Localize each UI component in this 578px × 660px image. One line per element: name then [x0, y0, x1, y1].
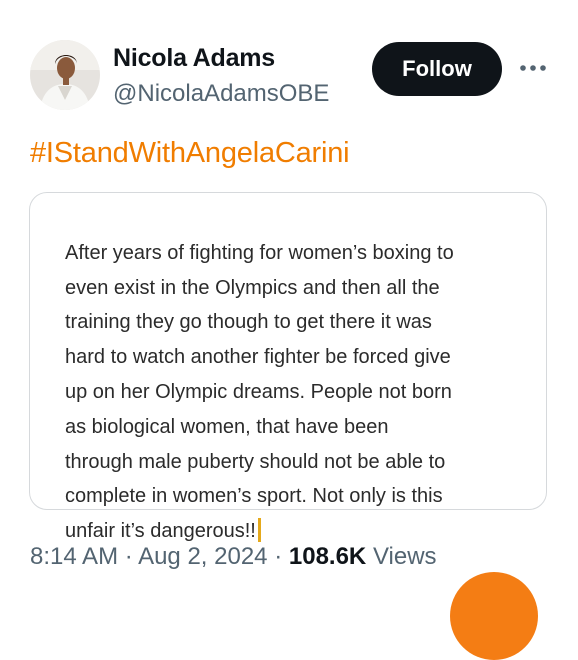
quote-line: hard to watch another fighter be forced … — [65, 346, 451, 369]
quote-line: complete in women’s sport. Not only is t… — [65, 485, 443, 508]
quote-line: as biological women, that have been — [65, 415, 389, 438]
quote-line: through male puberty should not be able … — [65, 450, 446, 473]
quote-line: up on her Olympic dreams. People not bor… — [65, 380, 452, 403]
compose-fab-button[interactable] — [450, 572, 538, 660]
meta-separator: · — [124, 543, 133, 570]
tweet-time[interactable]: 8:14 AM — [30, 543, 118, 570]
tweet-meta: 8:14 AM · Aug 2, 2024 · 108.6K Views — [30, 543, 437, 571]
quote-text: After years of fighting for women’s boxi… — [65, 201, 535, 549]
hashtag-link[interactable]: #IStandWithAngelaCarini — [30, 137, 350, 170]
follow-button[interactable]: Follow — [372, 42, 502, 96]
user-name[interactable]: Nicola Adams — [113, 44, 275, 73]
tweet-date[interactable]: Aug 2, 2024 — [138, 543, 267, 570]
views-label: Views — [372, 543, 437, 570]
meta-separator: · — [274, 543, 283, 570]
quote-line: even exist in the Olympics and then all … — [65, 276, 440, 299]
text-caret — [257, 518, 261, 543]
quote-line: training they go though to get there it … — [65, 311, 432, 334]
profile-photo-icon — [30, 40, 100, 110]
views-count: 108.6K — [288, 543, 367, 570]
quote-line: unfair it’s dangerous!! — [65, 520, 256, 543]
quote-image-card[interactable]: After years of fighting for women’s boxi… — [29, 192, 547, 543]
avatar[interactable] — [30, 40, 100, 110]
more-icon[interactable] — [518, 58, 548, 78]
user-handle[interactable]: @NicolaAdamsOBE — [113, 80, 329, 108]
quote-line: After years of fighting for women’s boxi… — [65, 241, 454, 264]
